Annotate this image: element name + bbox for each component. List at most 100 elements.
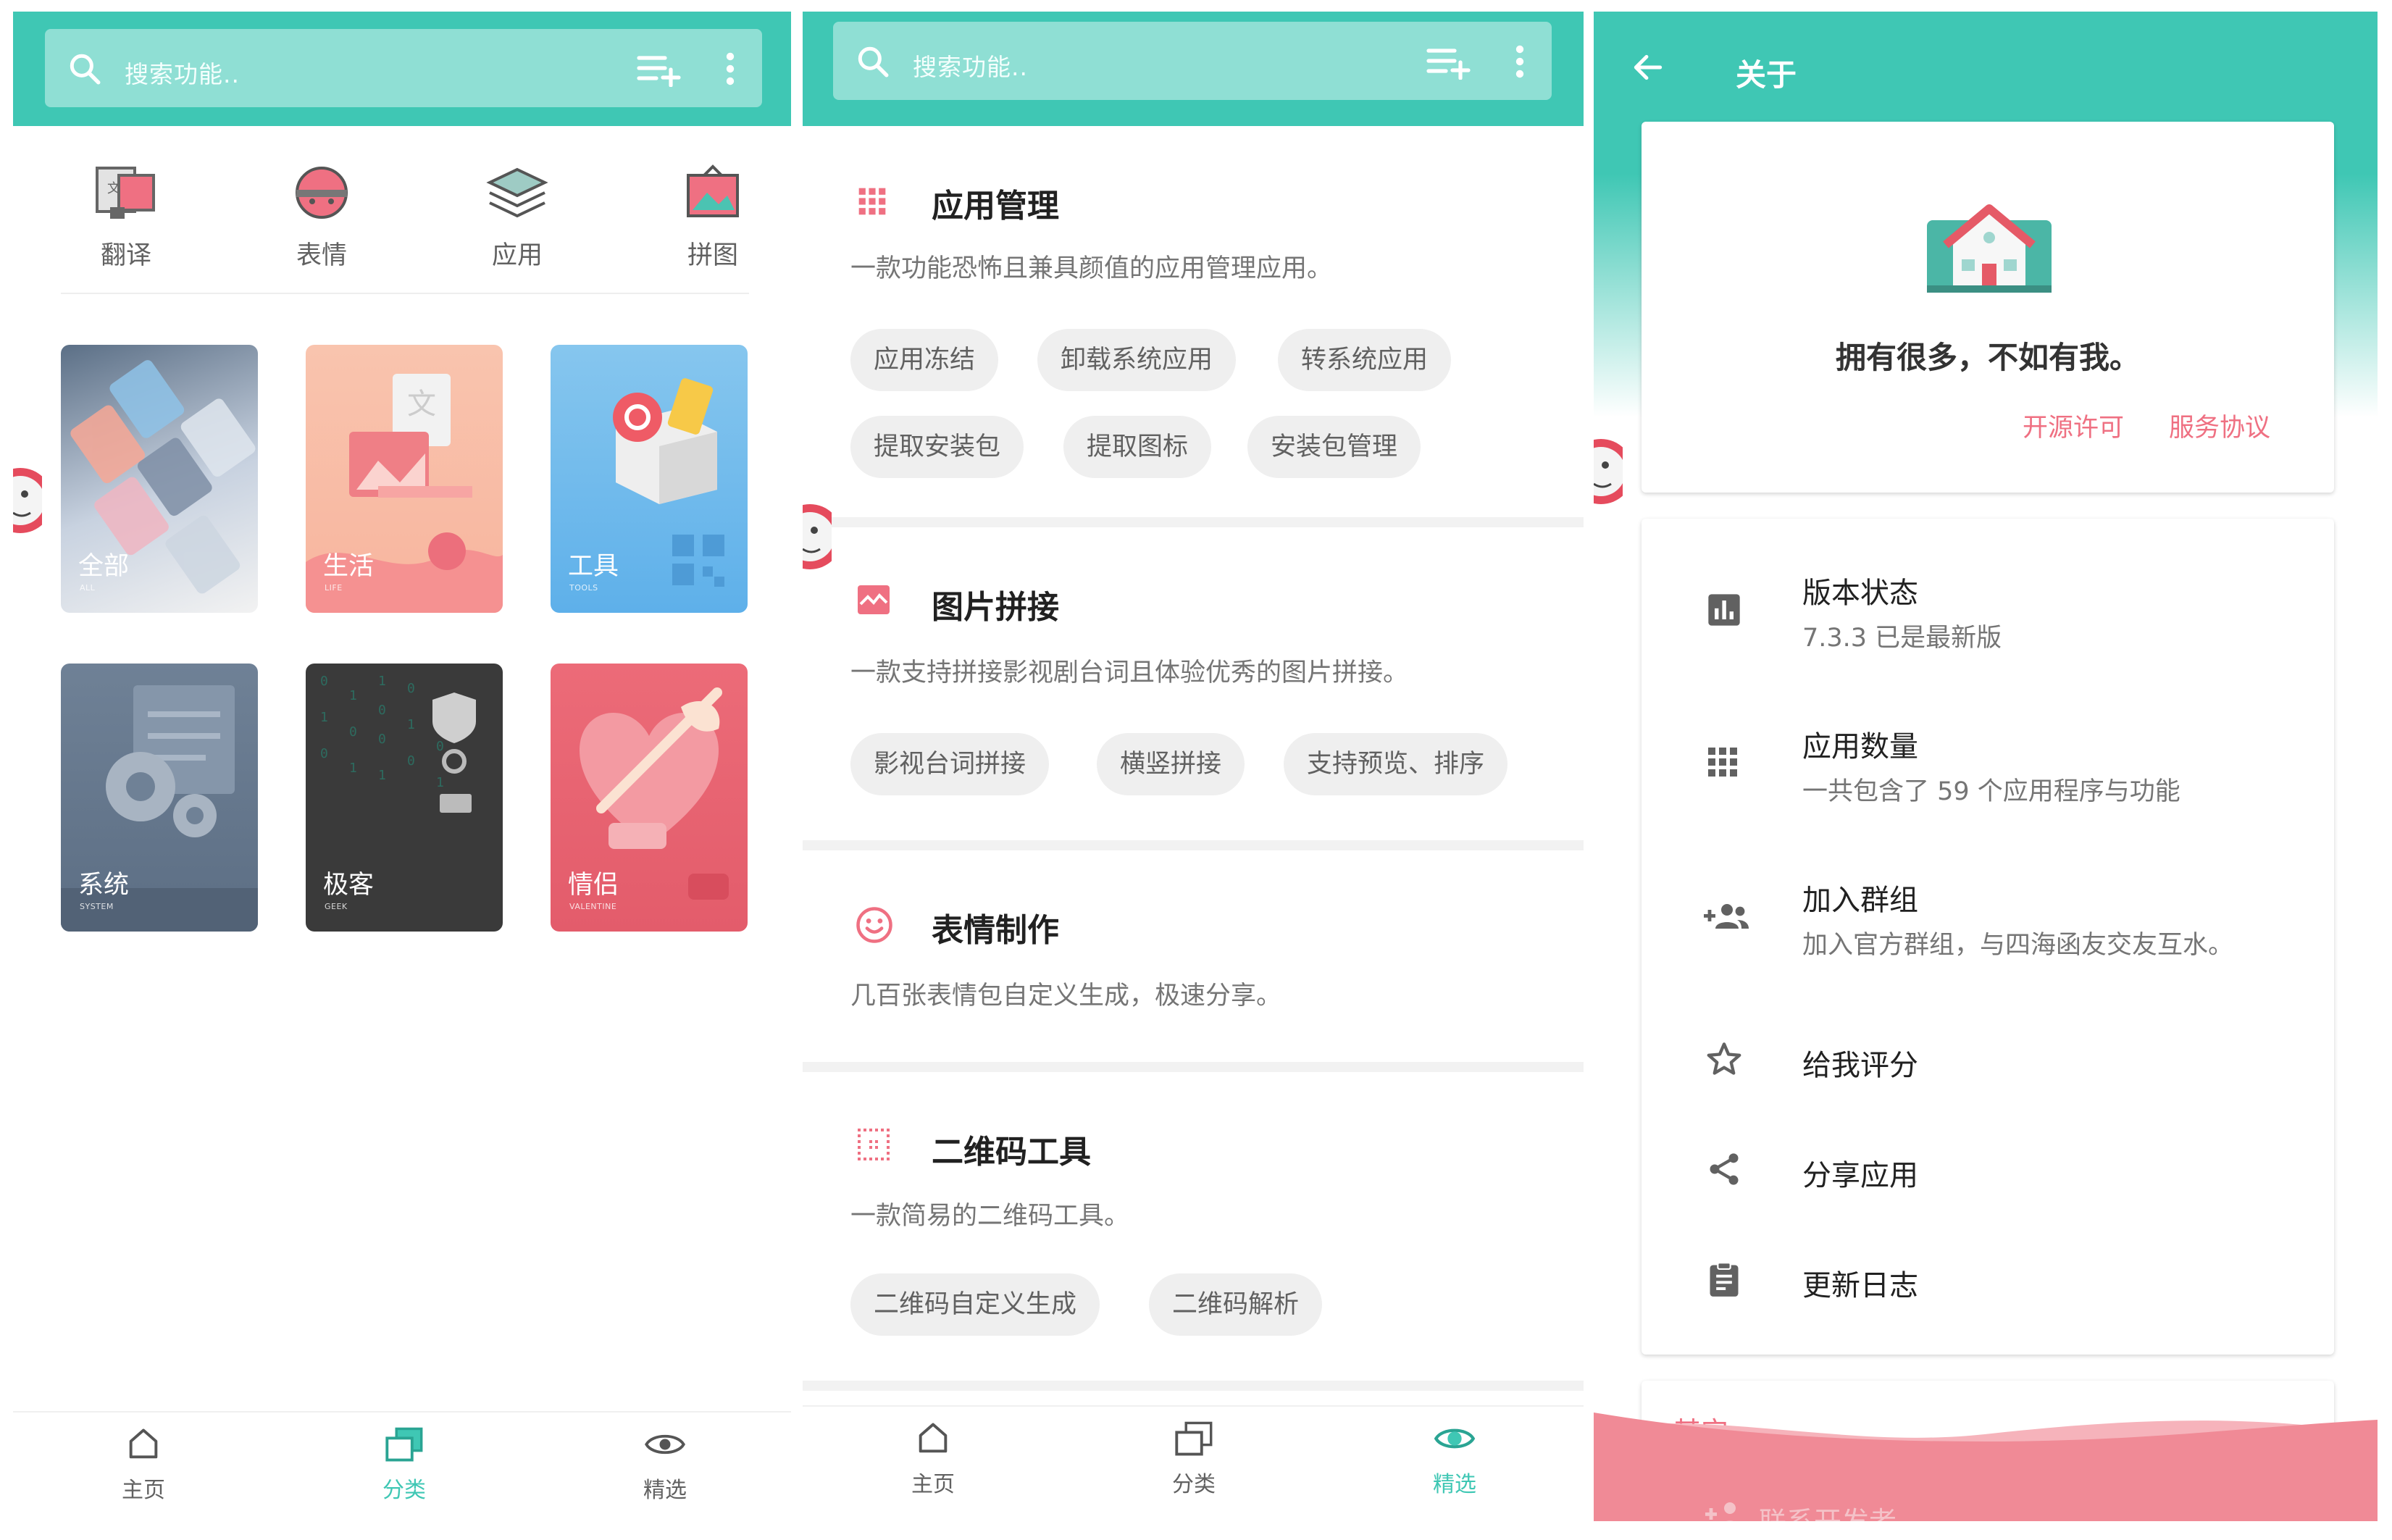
top-bar: 搜索功能.. (803, 12, 1584, 126)
section-qrcode-tool[interactable]: 二维码工具 一款简易的二维码工具。 二维码自定义生成 二维码解析 (803, 1072, 1584, 1384)
license-link[interactable]: 开源许可 (2023, 407, 2124, 444)
nav-label: 主页 (122, 1478, 165, 1503)
mascot-icon[interactable] (1594, 417, 1623, 526)
quick-action-emoji[interactable]: 表情 (264, 164, 380, 272)
chip[interactable]: 提取安装包 (850, 416, 1024, 478)
category-tile-geek[interactable]: 0101011001010101 极客 GEEK (306, 664, 503, 932)
tile-title: 极客 (323, 871, 375, 900)
chip[interactable]: 二维码解析 (1149, 1273, 1323, 1336)
section-title: 表情制作 (932, 912, 1059, 949)
section-image-stitch[interactable]: 图片拼接 一款支持拼接影视剧台词且体验优秀的图片拼接。 影视台词拼接 横竖拼接 … (803, 527, 1584, 840)
section-separator (803, 840, 1584, 850)
chip[interactable]: 影视台词拼接 (850, 733, 1050, 795)
chip[interactable]: 转系统应用 (1278, 329, 1452, 391)
category-tile-system[interactable]: 系统 SYSTEM (61, 664, 258, 932)
info-row-version[interactable]: 版本状态 7.3.3 已是最新版 (1642, 562, 2334, 678)
quick-action-collage[interactable]: 拼图 (655, 164, 771, 272)
apps-grid-icon (858, 188, 886, 215)
more-vert-icon[interactable] (1515, 45, 1524, 78)
chip[interactable]: 应用冻结 (850, 329, 999, 391)
nav-category[interactable]: 分类 (346, 1426, 462, 1504)
tile-title: 全部 (78, 552, 130, 581)
section-title: 图片拼接 (932, 589, 1059, 626)
nav-label: 分类 (1172, 1472, 1216, 1497)
mascot-icon[interactable] (13, 446, 42, 555)
search-placeholder: 搜索功能.. (913, 53, 1028, 81)
quick-action-label: 翻译 (100, 241, 151, 270)
playlist-add-icon[interactable] (636, 54, 684, 87)
chip[interactable]: 提取图标 (1063, 416, 1212, 478)
category-tile-valentine[interactable]: 情侣 VALENTINE (551, 664, 748, 932)
back-arrow-icon[interactable] (1630, 49, 1666, 85)
quick-action-apps[interactable]: 应用 (459, 164, 575, 272)
info-row-share[interactable]: 分享应用 (1642, 1136, 2334, 1215)
chip[interactable]: 安装包管理 (1247, 416, 1421, 478)
tile-subtitle: SYSTEM (80, 902, 114, 911)
nav-category[interactable]: 分类 (1136, 1420, 1252, 1498)
category-tile-tools[interactable]: 工具 TOOLS (551, 345, 748, 613)
svg-text:0: 0 (378, 732, 386, 747)
info-title: 给我评分 (1802, 1049, 1918, 1082)
chip[interactable]: 支持预览、排序 (1284, 733, 1508, 795)
featured-screen: 搜索功能.. 应用管理 一款功能恐怖且兼具颜值的应用管理应用。 应用冻结 卸载系… (803, 12, 1584, 1521)
section-title: 应用管理 (932, 188, 1059, 225)
playlist-add-icon[interactable] (1426, 46, 1473, 80)
svg-text:文: 文 (107, 181, 120, 196)
category-tile-life[interactable]: 文 生活 LIFE (306, 345, 503, 613)
more-vert-icon[interactable] (726, 52, 735, 85)
chip[interactable]: 横竖拼接 (1097, 733, 1245, 795)
eye-icon (1434, 1428, 1476, 1449)
quick-action-translate[interactable]: 文 翻译 (68, 164, 184, 272)
section-app-manager[interactable]: 应用管理 一款功能恐怖且兼具颜值的应用管理应用。 应用冻结 卸载系统应用 转系统… (803, 126, 1584, 517)
category-screen: 搜索功能.. 文 翻译 表情 应用 拼图 全部 ALL 文 生活 LIFE 工具… (13, 12, 791, 1521)
quick-action-label: 应用 (491, 241, 543, 270)
quick-action-label: 表情 (296, 241, 347, 270)
tile-title: 情侣 (568, 871, 619, 900)
smiley-icon (856, 907, 892, 943)
info-title: 应用数量 (1802, 730, 1918, 763)
group-add-icon (1704, 904, 1749, 929)
home-icon (129, 1428, 158, 1459)
page-title: 关于 (1736, 57, 1797, 93)
tile-subtitle: VALENTINE (569, 902, 617, 911)
contact-developer-label[interactable]: 联系开发者 (1759, 1499, 1897, 1521)
section-emoji-maker[interactable]: 表情制作 几百张表情包自定义生成，极速分享。 (803, 850, 1584, 1062)
nav-home[interactable]: 主页 (85, 1426, 201, 1504)
terms-link[interactable]: 服务协议 (2169, 407, 2270, 444)
section-desc: 几百张表情包自定义生成，极速分享。 (850, 982, 1282, 1010)
category-tile-all[interactable]: 全部 ALL (61, 345, 258, 613)
image-stitch-icon (858, 585, 890, 614)
nav-home[interactable]: 主页 (875, 1420, 991, 1498)
svg-text:文: 文 (407, 388, 436, 421)
info-title: 分享应用 (1802, 1159, 1918, 1192)
search-bar[interactable]: 搜索功能.. (833, 22, 1552, 100)
bottom-nav: 主页 分类 精选 (803, 1405, 1584, 1514)
mascot-icon[interactable] (803, 482, 832, 591)
category-icon (385, 1427, 423, 1462)
translate-icon: 文 (96, 167, 155, 219)
section-desc: 一款支持拼接影视剧台词且体验优秀的图片拼接。 (850, 658, 1409, 687)
svg-text:0: 0 (320, 746, 328, 761)
svg-text:1: 1 (349, 761, 357, 776)
svg-text:1: 1 (378, 674, 386, 689)
nav-featured[interactable]: 精选 (607, 1426, 723, 1504)
chip[interactable]: 卸载系统应用 (1037, 329, 1237, 391)
svg-text:0: 0 (407, 753, 415, 769)
qrcode-dotted-icon (858, 1129, 890, 1160)
section-desc: 一款功能恐怖且兼具颜值的应用管理应用。 (850, 254, 1333, 283)
chip[interactable]: 二维码自定义生成 (850, 1273, 1100, 1336)
nav-label: 精选 (643, 1478, 687, 1503)
home-icon (919, 1423, 948, 1453)
info-subtitle: 加入官方群组，与四海函友交友互水。 (1802, 931, 2234, 960)
search-bar[interactable]: 搜索功能.. (45, 29, 762, 107)
svg-text:1: 1 (407, 717, 415, 732)
nav-featured[interactable]: 精选 (1397, 1420, 1513, 1498)
info-row-app-count[interactable]: 应用数量 一共包含了 59 个应用程序与功能 (1642, 716, 2334, 832)
svg-text:0: 0 (320, 674, 328, 689)
quick-action-label: 拼图 (687, 241, 738, 270)
info-row-join-group[interactable]: 加入群组 加入官方群组，与四海函友交友互水。 (1642, 869, 2334, 985)
info-row-changelog[interactable]: 更新日志 (1642, 1246, 2334, 1326)
divider (61, 293, 749, 294)
info-row-rate[interactable]: 给我评分 (1642, 1026, 2334, 1105)
tile-title: 系统 (78, 871, 130, 900)
